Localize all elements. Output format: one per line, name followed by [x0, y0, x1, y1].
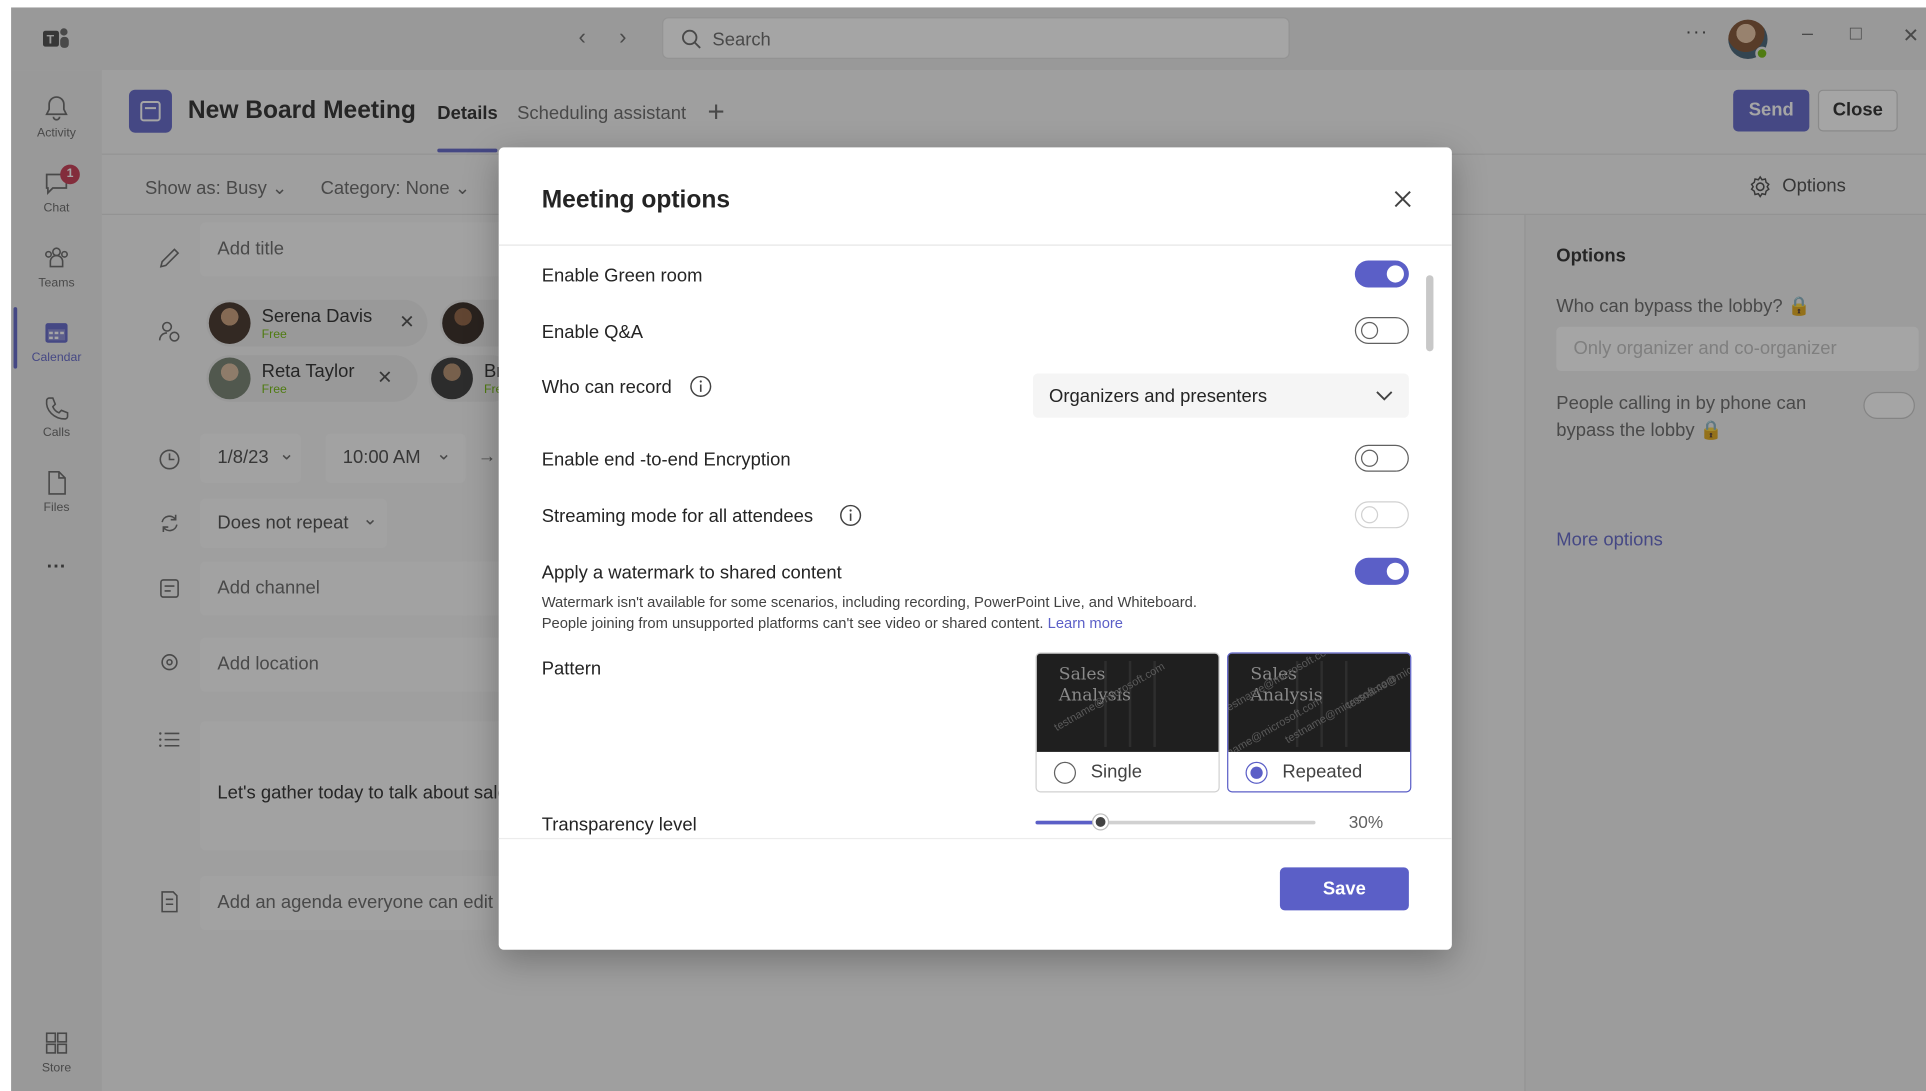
scrollbar[interactable]: [1426, 275, 1434, 352]
e2e-encryption-toggle[interactable]: [1354, 444, 1409, 472]
learn-more-link[interactable]: Learn more: [1048, 614, 1123, 631]
watermark-desc-line2-row: People joining from unsupported platform…: [542, 613, 1197, 634]
streaming-mode-label: Streaming mode for all attendees: [541, 506, 814, 528]
divider: [498, 837, 1452, 840]
divider: [498, 244, 1452, 246]
radio-single-label: Single: [1090, 761, 1142, 783]
radio-repeated-label: Repeated: [1282, 761, 1363, 783]
streaming-mode-toggle[interactable]: [1354, 501, 1409, 529]
dialog-title: Meeting options: [541, 186, 731, 214]
green-room-label: Enable Green room: [541, 265, 703, 287]
watermark-label: Apply a watermark to shared content: [541, 562, 842, 584]
preview-watermark: testname@microsoft.com: [1344, 653, 1411, 712]
transparency-label: Transparency level: [541, 814, 697, 836]
pattern-preview-single: Sales Analysis testname@microsoft.com: [1036, 653, 1219, 752]
green-room-toggle[interactable]: [1354, 260, 1409, 288]
slider-thumb[interactable]: [1093, 814, 1108, 830]
info-icon[interactable]: [839, 504, 862, 527]
pattern-label: Pattern: [541, 658, 602, 680]
qa-label: Enable Q&A: [541, 321, 644, 343]
watermark-desc-line2: People joining from unsupported platform…: [541, 614, 1044, 632]
slider-fill: [1035, 820, 1101, 825]
transparency-value: 30%: [1348, 812, 1384, 832]
radio-repeated[interactable]: [1245, 761, 1268, 784]
chevron-down-icon: [1376, 391, 1393, 401]
save-button[interactable]: Save: [1279, 867, 1409, 911]
close-icon[interactable]: [1390, 187, 1415, 212]
radio-single[interactable]: [1053, 761, 1077, 784]
who-can-record-value: Organizers and presenters: [1048, 385, 1268, 407]
e2e-encryption-label: Enable end -to-end Encryption: [541, 449, 791, 471]
pattern-option-single[interactable]: Sales Analysis testname@microsoft.com Sin…: [1035, 652, 1220, 793]
meeting-options-dialog: Meeting options Enable Green room Enable…: [498, 147, 1452, 950]
watermark-description: Watermark isn't available for some scena…: [542, 592, 1197, 634]
who-can-record-label: Who can record: [541, 377, 672, 399]
watermark-desc-line1: Watermark isn't available for some scena…: [541, 593, 1197, 611]
who-can-record-dropdown[interactable]: Organizers and presenters: [1033, 373, 1409, 418]
watermark-toggle[interactable]: [1354, 557, 1409, 585]
info-icon[interactable]: [689, 375, 712, 398]
pattern-preview-repeated: Sales Analysis testname@microsoft.com tes…: [1228, 653, 1411, 752]
pattern-option-repeated[interactable]: Sales Analysis testname@microsoft.com tes…: [1227, 652, 1412, 793]
transparency-slider[interactable]: [1035, 814, 1316, 830]
qa-toggle[interactable]: [1354, 316, 1409, 345]
